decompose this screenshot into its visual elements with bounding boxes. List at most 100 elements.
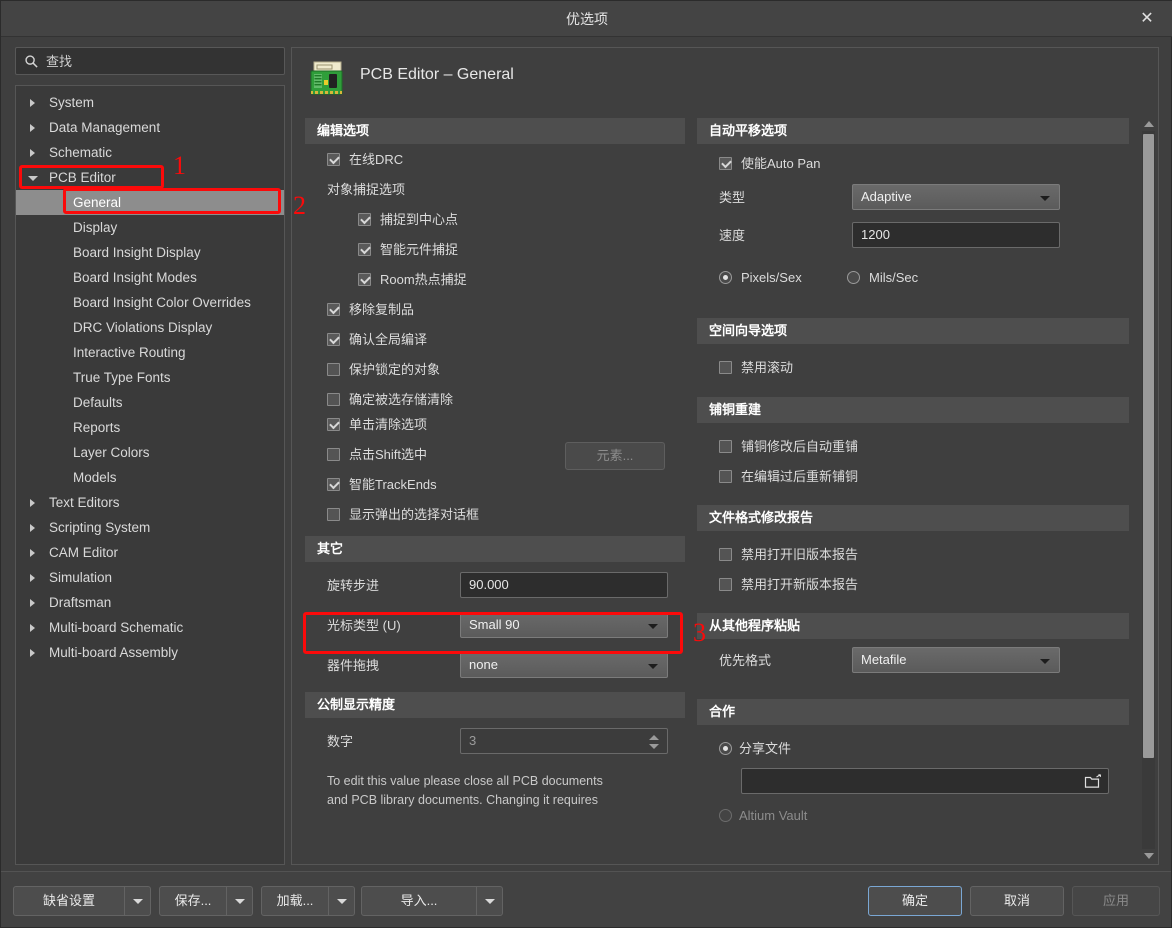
autopan-style-combo[interactable]: Adaptive — [852, 184, 1060, 210]
load-dropdown-arrow-icon[interactable] — [329, 887, 354, 915]
chevron-right-icon[interactable] — [30, 549, 35, 557]
chevron-right-icon[interactable] — [30, 649, 35, 657]
altium-vault-radio[interactable] — [719, 809, 732, 822]
units-pixels-radio[interactable] — [719, 271, 732, 284]
sidebar-item-pcb-editor[interactable]: PCB Editor — [16, 165, 284, 190]
scrollbar-thumb[interactable] — [1143, 134, 1154, 758]
sidebar-item-true-type-fonts[interactable]: True Type Fonts — [16, 365, 284, 390]
online-drc-checkbox[interactable] — [327, 153, 340, 166]
sidebar-item-models[interactable]: Models — [16, 465, 284, 490]
smart-track-ends-checkbox[interactable] — [327, 478, 340, 491]
chevron-right-icon[interactable] — [30, 599, 35, 607]
display-popup-select-dialog-checkbox[interactable] — [327, 508, 340, 521]
chevron-right-icon[interactable] — [30, 624, 35, 632]
sidebar-item-label: Display — [73, 215, 117, 240]
import-dropdown-arrow-icon[interactable] — [477, 887, 502, 915]
file-format-report-body: 禁用打开旧版本报告 禁用打开新版本报告 — [697, 533, 1129, 613]
defaults-split-button[interactable]: 缺省设置 — [13, 886, 151, 916]
import-split-button[interactable]: 导入... — [361, 886, 503, 916]
sidebar-item-label: CAM Editor — [49, 540, 118, 565]
shift-click-to-select-checkbox[interactable] — [327, 448, 340, 461]
sidebar-item-reports[interactable]: Reports — [16, 415, 284, 440]
sidebar-item-display[interactable]: Display — [16, 215, 284, 240]
cancel-button[interactable]: 取消 — [970, 886, 1064, 916]
chevron-down-icon[interactable] — [28, 176, 38, 181]
sidebar-item-board-insight-color-overrides[interactable]: Board Insight Color Overrides — [16, 290, 284, 315]
disable-rolling-checkbox[interactable] — [719, 361, 732, 374]
apply-button: 应用 — [1072, 886, 1160, 916]
pcb-board-icon — [309, 60, 347, 98]
sidebar-item-cam-editor[interactable]: CAM Editor — [16, 540, 284, 565]
scroll-up-arrow-icon[interactable] — [1144, 121, 1154, 127]
remove-duplicates-checkbox[interactable] — [327, 303, 340, 316]
sidebar-item-layer-colors[interactable]: Layer Colors — [16, 440, 284, 465]
confirm-global-edit-checkbox[interactable] — [327, 333, 340, 346]
sidebar-item-scripting-system[interactable]: Scripting System — [16, 515, 284, 540]
metric-precision-body: 数字 3 To edit this value please close all… — [305, 720, 685, 820]
folder-browse-icon[interactable] — [1084, 773, 1102, 790]
sidebar-item-board-insight-display[interactable]: Board Insight Display — [16, 240, 284, 265]
sidebar-item-defaults[interactable]: Defaults — [16, 390, 284, 415]
primitives-button[interactable]: 元素... — [565, 442, 665, 470]
click-clears-selection-checkbox[interactable] — [327, 418, 340, 431]
chevron-right-icon[interactable] — [30, 149, 35, 157]
repour-after-edit-checkbox[interactable] — [719, 440, 732, 453]
cursor-type-combo[interactable]: Small 90 — [460, 612, 668, 638]
save-split-button[interactable]: 保存... — [159, 886, 253, 916]
comp-drag-combo[interactable]: none — [460, 652, 668, 678]
search-input[interactable]: 查找 — [15, 47, 285, 75]
smart-component-snap-checkbox[interactable] — [358, 243, 371, 256]
sidebar-item-draftsman[interactable]: Draftsman — [16, 590, 284, 615]
shared-file-radio[interactable] — [719, 742, 732, 755]
close-icon[interactable]: ✕ — [1129, 5, 1165, 33]
preferences-tree[interactable]: SystemData ManagementSchematicPCB Editor… — [15, 85, 285, 865]
stepper-arrows-icon[interactable] — [649, 731, 661, 753]
preferred-format-combo[interactable]: Metafile — [852, 647, 1060, 673]
units-mils-radio[interactable] — [847, 271, 860, 284]
sidebar: 查找 SystemData ManagementSchematicPCB Edi… — [15, 47, 285, 865]
rotation-step-input[interactable]: 90.000 — [460, 572, 668, 598]
disable-new-version-report-label: 禁用打开新版本报告 — [741, 571, 858, 599]
sidebar-item-interactive-routing[interactable]: Interactive Routing — [16, 340, 284, 365]
sidebar-item-system[interactable]: System — [16, 90, 284, 115]
sidebar-item-board-insight-modes[interactable]: Board Insight Modes — [16, 265, 284, 290]
window-title: 优选项 — [1, 1, 1172, 37]
defaults-dropdown-arrow-icon[interactable] — [125, 887, 150, 915]
chevron-right-icon[interactable] — [30, 124, 35, 132]
sidebar-item-simulation[interactable]: Simulation — [16, 565, 284, 590]
sidebar-item-label: Scripting System — [49, 515, 150, 540]
chevron-right-icon[interactable] — [30, 499, 35, 507]
disable-new-version-report-checkbox[interactable] — [719, 578, 732, 591]
sidebar-item-multi-board-assembly[interactable]: Multi-board Assembly — [16, 640, 284, 665]
chevron-right-icon[interactable] — [30, 574, 35, 582]
sidebar-item-text-editors[interactable]: Text Editors — [16, 490, 284, 515]
sidebar-item-schematic[interactable]: Schematic — [16, 140, 284, 165]
load-split-button[interactable]: 加载... — [261, 886, 355, 916]
enable-auto-pan-checkbox[interactable] — [719, 157, 732, 170]
sidebar-item-data-management[interactable]: Data Management — [16, 115, 284, 140]
space-navigator-header: 空间向导选项 — [697, 318, 1129, 344]
repour-on-modify-checkbox[interactable] — [719, 470, 732, 483]
autopan-speed-input[interactable]: 1200 — [852, 222, 1060, 248]
protect-locked-checkbox[interactable] — [327, 363, 340, 376]
disable-old-version-report-checkbox[interactable] — [719, 548, 732, 561]
chevron-right-icon[interactable] — [30, 99, 35, 107]
content-scrollbar[interactable] — [1142, 118, 1155, 862]
sidebar-item-multi-board-schematic[interactable]: Multi-board Schematic — [16, 615, 284, 640]
ok-button[interactable]: 确定 — [868, 886, 962, 916]
digits-stepper[interactable]: 3 — [460, 728, 668, 754]
room-hot-spot-checkbox[interactable] — [358, 273, 371, 286]
paste-from-other-body: 优先格式 Metafile — [697, 641, 1129, 699]
metric-precision-header: 公制显示精度 — [305, 692, 685, 718]
shared-file-path-input[interactable] — [741, 768, 1109, 794]
sidebar-item-drc-violations-display[interactable]: DRC Violations Display — [16, 315, 284, 340]
scroll-down-arrow-icon[interactable] — [1144, 853, 1154, 859]
page-header: PCB Editor – General — [292, 48, 1158, 118]
confirm-selection-memory-clear-checkbox[interactable] — [327, 393, 340, 406]
snap-to-center-checkbox[interactable] — [358, 213, 371, 226]
sidebar-item-general[interactable]: General — [16, 190, 284, 215]
editing-options-body-2: 单击清除选项 点击Shift选中 元素... 智能TrackEnds 显示弹出的… — [305, 411, 685, 536]
comp-drag-label: 器件拖拽 — [327, 652, 379, 680]
chevron-right-icon[interactable] — [30, 524, 35, 532]
save-dropdown-arrow-icon[interactable] — [227, 887, 252, 915]
